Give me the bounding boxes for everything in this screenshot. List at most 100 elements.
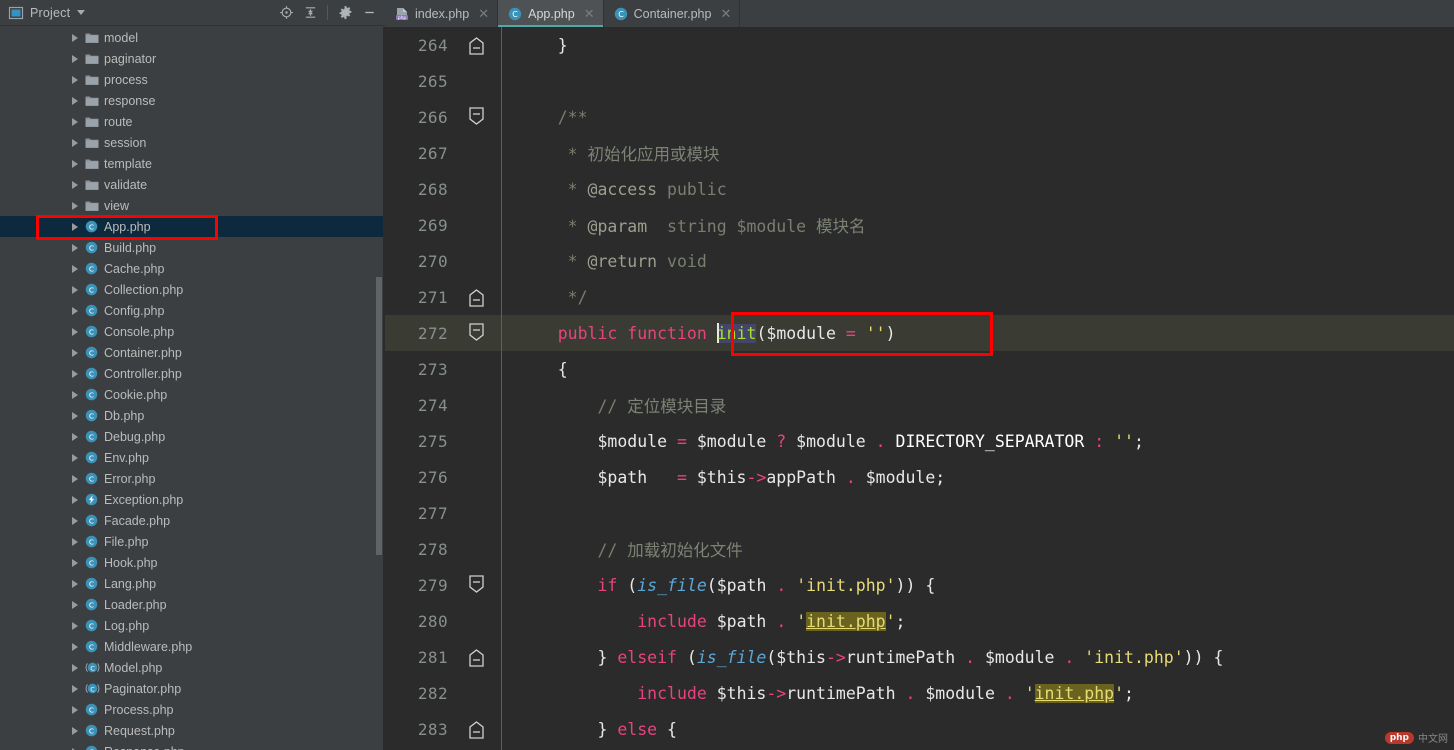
expand-arrow-icon[interactable]: [72, 453, 78, 462]
tree-item-model[interactable]: model: [0, 27, 385, 48]
code-line[interactable]: 270 * @return void: [385, 243, 1454, 279]
expand-arrow-icon[interactable]: [72, 642, 78, 651]
expand-arrow-icon[interactable]: [72, 306, 78, 315]
tree-item-view[interactable]: view: [0, 195, 385, 216]
tree-item-paginator-php[interactable]: C Paginator.php: [0, 678, 385, 699]
expand-arrow-icon[interactable]: [72, 243, 78, 252]
code-line[interactable]: 269 * @param string $module 模块名: [385, 207, 1454, 243]
close-icon[interactable]: ✕: [478, 7, 489, 20]
expand-arrow-icon[interactable]: [72, 684, 78, 693]
expand-arrow-icon[interactable]: [72, 201, 78, 210]
tree-item-console-php[interactable]: C Console.php: [0, 321, 385, 342]
expand-arrow-icon[interactable]: [72, 495, 78, 504]
code-line[interactable]: 276 $path = $this->appPath . $module;: [385, 459, 1454, 495]
editor-tab-index-php[interactable]: php index.php ✕: [385, 0, 499, 27]
tree-item-process[interactable]: process: [0, 69, 385, 90]
tree-item-process-php[interactable]: C Process.php: [0, 699, 385, 720]
code-fold-toggle-icon[interactable]: [460, 639, 496, 675]
code-line[interactable]: 278 // 加载初始化文件: [385, 531, 1454, 567]
expand-arrow-icon[interactable]: [72, 222, 78, 231]
tree-item-loader-php[interactable]: C Loader.php: [0, 594, 385, 615]
expand-arrow-icon[interactable]: [72, 180, 78, 189]
expand-arrow-icon[interactable]: [72, 663, 78, 672]
code-fold-toggle-icon[interactable]: [460, 315, 496, 351]
code-fold-toggle-icon[interactable]: [460, 27, 496, 63]
code-line[interactable]: 283 } else {: [385, 711, 1454, 747]
expand-arrow-icon[interactable]: [72, 579, 78, 588]
tree-item-cookie-php[interactable]: C Cookie.php: [0, 384, 385, 405]
tree-item-db-php[interactable]: C Db.php: [0, 405, 385, 426]
tree-item-facade-php[interactable]: C Facade.php: [0, 510, 385, 531]
expand-arrow-icon[interactable]: [72, 138, 78, 147]
tree-item-log-php[interactable]: C Log.php: [0, 615, 385, 636]
code-line[interactable]: 264 }: [385, 27, 1454, 63]
expand-arrow-icon[interactable]: [72, 96, 78, 105]
code-line[interactable]: 266 /**: [385, 99, 1454, 135]
tree-item-model-php[interactable]: C Model.php: [0, 657, 385, 678]
expand-arrow-icon[interactable]: [72, 516, 78, 525]
tree-item-file-php[interactable]: C File.php: [0, 531, 385, 552]
expand-arrow-icon[interactable]: [72, 348, 78, 357]
expand-arrow-icon[interactable]: [72, 726, 78, 735]
code-line[interactable]: 280 include $path . 'init.php';: [385, 603, 1454, 639]
tree-item-cache-php[interactable]: C Cache.php: [0, 258, 385, 279]
project-file-tree[interactable]: model paginator process response route sessio…: [0, 27, 385, 750]
tree-item-request-php[interactable]: C Request.php: [0, 720, 385, 741]
expand-arrow-icon[interactable]: [72, 432, 78, 441]
minimize-icon[interactable]: [357, 2, 381, 24]
expand-arrow-icon[interactable]: [72, 600, 78, 609]
gear-icon[interactable]: [333, 2, 357, 24]
tree-item-error-php[interactable]: C Error.php: [0, 468, 385, 489]
expand-arrow-icon[interactable]: [72, 537, 78, 546]
code-line[interactable]: 265: [385, 63, 1454, 99]
expand-arrow-icon[interactable]: [72, 159, 78, 168]
code-fold-toggle-icon[interactable]: [460, 99, 496, 135]
chevron-down-icon[interactable]: [77, 10, 86, 15]
code-fold-toggle-icon[interactable]: [460, 711, 496, 747]
code-line[interactable]: 281 } elseif (is_file($this->runtimePath…: [385, 639, 1454, 675]
expand-arrow-icon[interactable]: [72, 558, 78, 567]
code-fold-toggle-icon[interactable]: [460, 567, 496, 603]
locate-target-icon[interactable]: [274, 2, 298, 24]
expand-arrow-icon[interactable]: [72, 75, 78, 84]
tree-item-lang-php[interactable]: C Lang.php: [0, 573, 385, 594]
expand-arrow-icon[interactable]: [72, 411, 78, 420]
code-line[interactable]: 274 // 定位模块目录: [385, 387, 1454, 423]
code-line[interactable]: 267 * 初始化应用或模块: [385, 135, 1454, 171]
tree-item-validate[interactable]: validate: [0, 174, 385, 195]
tree-item-build-php[interactable]: C Build.php: [0, 237, 385, 258]
expand-arrow-icon[interactable]: [72, 285, 78, 294]
expand-arrow-icon[interactable]: [72, 705, 78, 714]
code-line[interactable]: 279 if (is_file($path . 'init.php')) {: [385, 567, 1454, 603]
tree-item-response[interactable]: response: [0, 90, 385, 111]
code-editor[interactable]: 264 } 265 266 /** 267 * 初始化应用或模块 268 * @acce…: [385, 27, 1454, 750]
tree-item-env-php[interactable]: C Env.php: [0, 447, 385, 468]
tree-item-template[interactable]: template: [0, 153, 385, 174]
tree-item-exception-php[interactable]: Exception.php: [0, 489, 385, 510]
tree-item-config-php[interactable]: C Config.php: [0, 300, 385, 321]
code-line[interactable]: 275 $module = $module ? $module . DIRECT…: [385, 423, 1454, 459]
tree-item-route[interactable]: route: [0, 111, 385, 132]
expand-arrow-icon[interactable]: [72, 117, 78, 126]
expand-arrow-icon[interactable]: [72, 33, 78, 42]
expand-arrow-icon[interactable]: [72, 264, 78, 273]
expand-arrow-icon[interactable]: [72, 327, 78, 336]
code-line[interactable]: 277: [385, 495, 1454, 531]
collapse-all-icon[interactable]: [298, 2, 322, 24]
tree-item-hook-php[interactable]: C Hook.php: [0, 552, 385, 573]
tree-item-container-php[interactable]: C Container.php: [0, 342, 385, 363]
close-icon[interactable]: ✕: [720, 7, 731, 20]
code-line[interactable]: 271 */: [385, 279, 1454, 315]
editor-tab-container-php[interactable]: C Container.php ✕: [604, 0, 741, 27]
code-line[interactable]: 282 include $this->runtimePath . $module…: [385, 675, 1454, 711]
code-fold-toggle-icon[interactable]: [460, 279, 496, 315]
tree-item-session[interactable]: session: [0, 132, 385, 153]
expand-arrow-icon[interactable]: [72, 474, 78, 483]
tree-item-middleware-php[interactable]: C Middleware.php: [0, 636, 385, 657]
expand-arrow-icon[interactable]: [72, 54, 78, 63]
code-line[interactable]: 273 {: [385, 351, 1454, 387]
tree-item-app-php[interactable]: C App.php: [0, 216, 385, 237]
expand-arrow-icon[interactable]: [72, 621, 78, 630]
tree-item-controller-php[interactable]: C Controller.php: [0, 363, 385, 384]
editor-tab-app-php[interactable]: C App.php ✕: [498, 0, 604, 27]
